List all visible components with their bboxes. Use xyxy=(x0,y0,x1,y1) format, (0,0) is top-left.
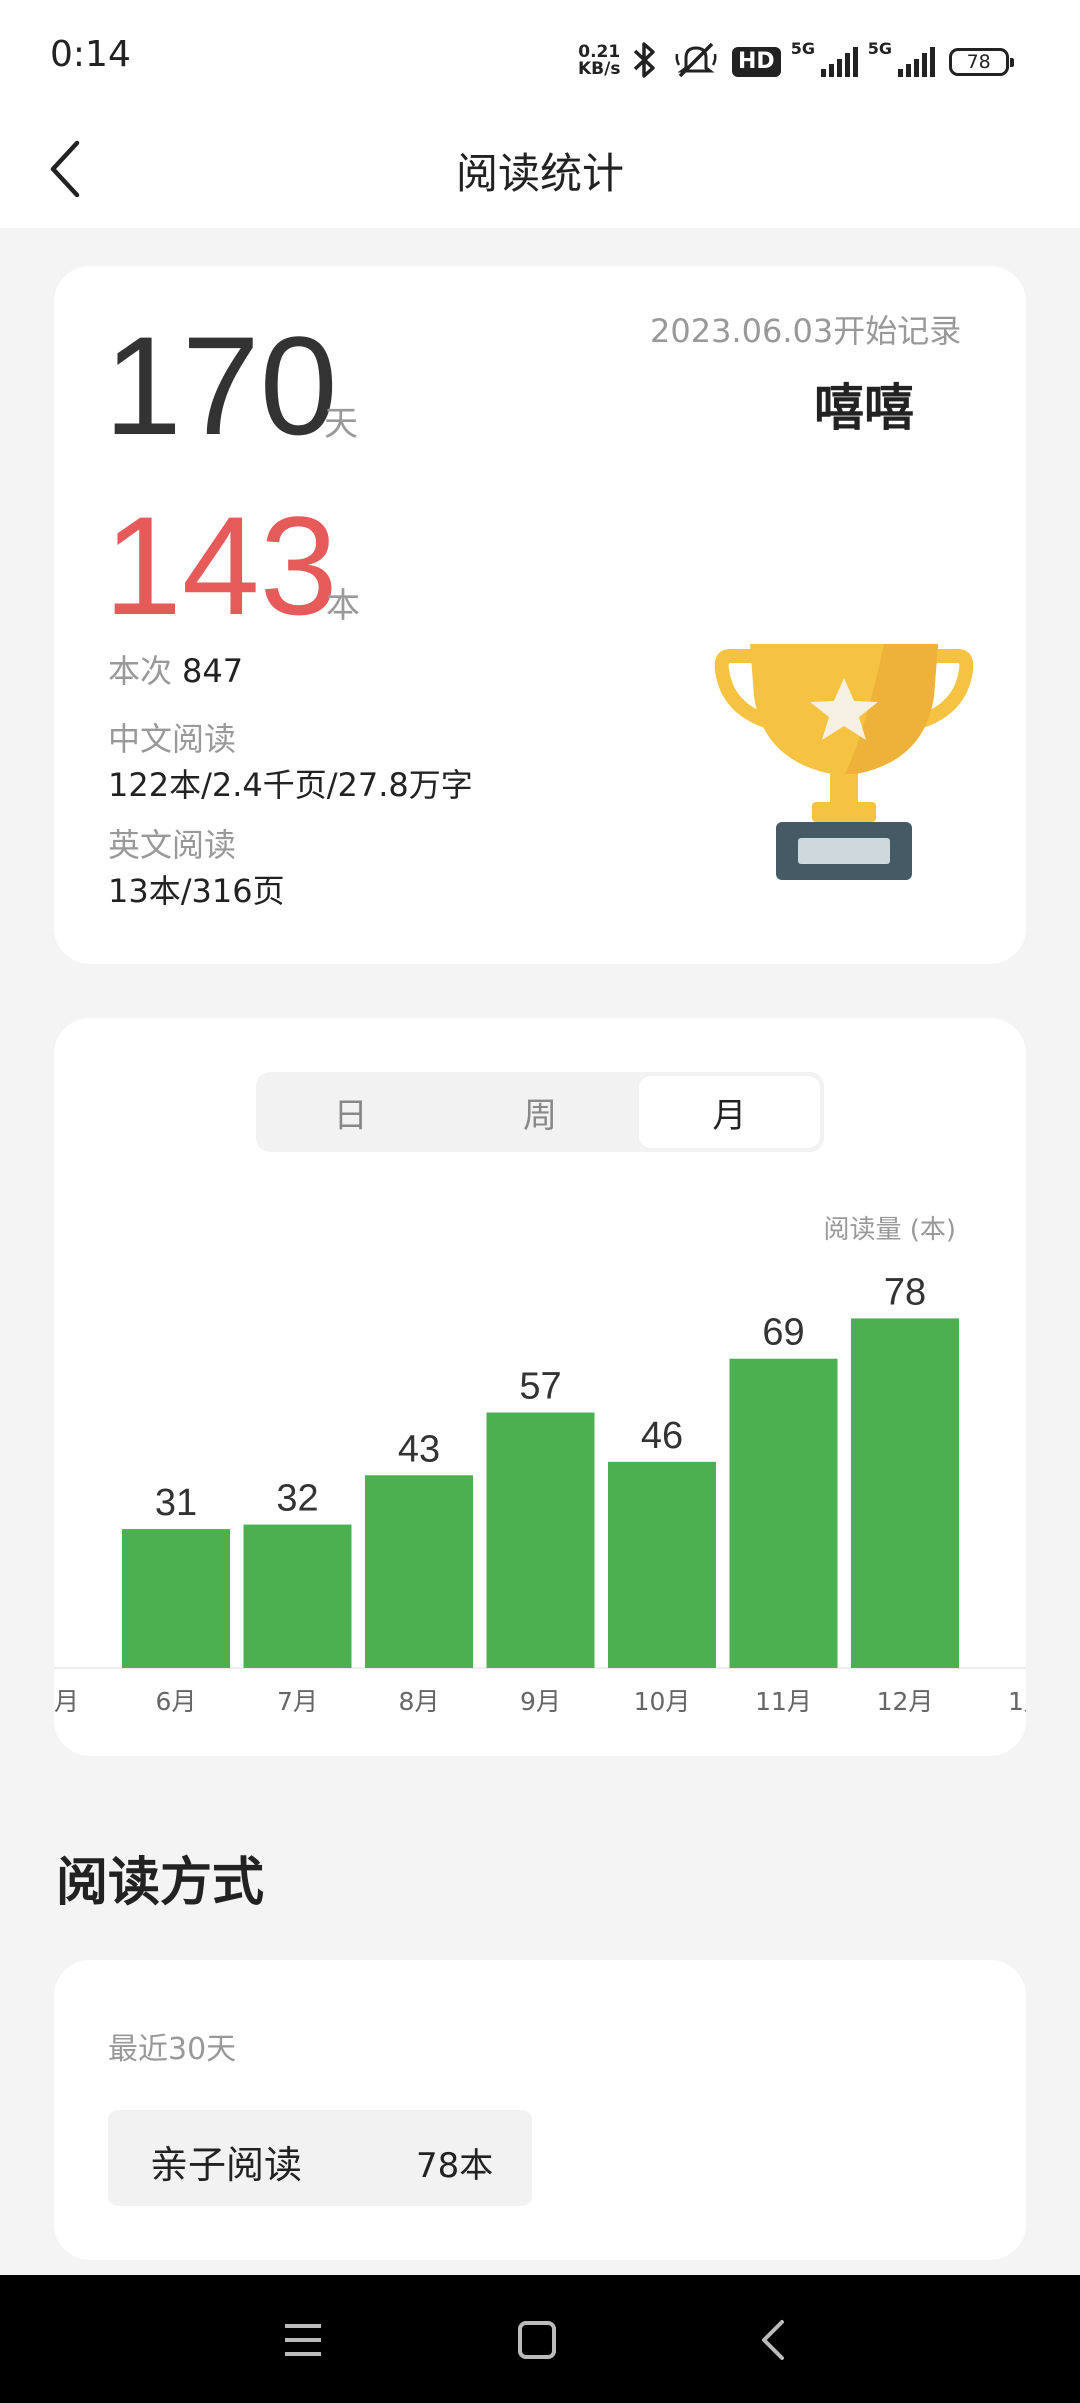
data-label-8月: 43 xyxy=(398,1428,440,1470)
x-tick-11月: 11月 xyxy=(755,1687,812,1716)
sim1-label: 5G xyxy=(790,39,815,58)
x-tick-partial-right: 1月 xyxy=(1008,1687,1026,1716)
books-count-value: 143 xyxy=(104,487,338,644)
data-label-6月: 31 xyxy=(155,1482,197,1524)
data-label-11月: 69 xyxy=(762,1312,804,1354)
tab-month[interactable]: 月 xyxy=(638,1076,820,1148)
data-label-7月: 32 xyxy=(276,1478,318,1520)
sim2-label: 5G xyxy=(867,39,892,58)
bluetooth-icon xyxy=(630,40,660,84)
bar-9月 xyxy=(486,1412,595,1668)
reading-method-item[interactable]: 亲子阅读 78本 xyxy=(108,2110,532,2206)
summary-card: 170 天 143 本 本次 847 中文阅读 122本/2.4千页/27.8万字… xyxy=(54,266,1026,964)
user-name: 嘻嘻 xyxy=(814,379,914,437)
x-tick-7月: 7月 xyxy=(277,1687,318,1716)
app-header: 阅读统计 xyxy=(0,110,1080,228)
bar-8月 xyxy=(365,1475,473,1668)
chart-card: 日 周 月 阅读量 (本) 31 6月 32 7月 43 8月 57 9月 46 10月 69 11月 7… xyxy=(54,1018,1026,1756)
reading-method-card: 最近30天 亲子阅读 78本 xyxy=(54,1960,1026,2260)
times-value: 847 xyxy=(182,652,244,690)
x-tick-8月: 8月 xyxy=(399,1687,440,1716)
home-square-icon xyxy=(518,2321,556,2359)
reading-days-value: 170 xyxy=(104,307,338,464)
chinese-reading-label: 中文阅读 xyxy=(108,720,237,758)
mute-bell-icon xyxy=(674,40,718,84)
bar-11月 xyxy=(729,1358,838,1668)
page-title: 阅读统计 xyxy=(455,149,624,198)
back-triangle-icon xyxy=(762,2320,784,2360)
bar-6月 xyxy=(122,1529,230,1668)
english-reading-label: 英文阅读 xyxy=(108,826,237,864)
tab-week[interactable]: 周 xyxy=(449,1076,630,1148)
menu-button[interactable] xyxy=(268,2305,338,2375)
reading-method-count: 78本 xyxy=(416,2146,494,2186)
reading-method-heading: 阅读方式 xyxy=(56,1853,265,1913)
bar-10月 xyxy=(608,1461,716,1668)
tab-day[interactable]: 日 xyxy=(260,1076,441,1148)
times-row: 本次 847 xyxy=(108,646,243,692)
x-tick-12月: 12月 xyxy=(877,1687,934,1716)
english-reading-value: 13本/316页 xyxy=(108,872,285,910)
network-speed: 0.21 KB/s xyxy=(578,44,620,78)
monthly-reading-chart: 阅读量 (本) 31 6月 32 7月 43 8月 57 9月 46 10月 69 11月 78 12月 月 1… xyxy=(54,1215,1026,1716)
battery-icon: 78 xyxy=(948,48,1014,76)
menu-icon xyxy=(285,2324,321,2356)
status-bar: 0:14 0.21 KB/s HD 5G 5G 78 xyxy=(0,0,1080,110)
home-button[interactable] xyxy=(502,2305,572,2375)
reading-method-name: 亲子阅读 xyxy=(150,2143,303,2187)
y-axis-label: 阅读量 (本) xyxy=(823,1215,956,1245)
times-label: 本次 xyxy=(108,652,173,690)
x-tick-partial-left: 月 xyxy=(54,1687,79,1716)
x-tick-6月: 6月 xyxy=(156,1687,197,1716)
reading-method-period: 最近30天 xyxy=(108,2032,237,2067)
period-tabs: 日 周 月 xyxy=(256,1072,824,1152)
bar-12月 xyxy=(851,1318,959,1668)
signal-icon-sim1: 5G xyxy=(791,39,858,77)
hd-badge: HD xyxy=(732,47,781,77)
data-label-9月: 57 xyxy=(519,1366,561,1408)
books-count-unit: 本 xyxy=(326,586,360,626)
x-tick-10月: 10月 xyxy=(634,1687,691,1716)
record-start-date: 2023.06.03开始记录 xyxy=(650,312,962,350)
data-label-12月: 78 xyxy=(884,1271,926,1313)
navigation-bar xyxy=(0,2275,1080,2403)
x-tick-9月: 9月 xyxy=(520,1687,561,1716)
chinese-reading-value: 122本/2.4千页/27.8万字 xyxy=(108,766,473,804)
status-icons: HD 5G 5G 78 xyxy=(630,38,1014,86)
data-label-10月: 46 xyxy=(641,1415,683,1457)
network-speed-unit: KB/s xyxy=(578,59,621,79)
bar-7月 xyxy=(243,1524,352,1668)
signal-icon-sim2: 5G xyxy=(868,39,935,77)
reading-days-unit: 天 xyxy=(324,404,358,444)
status-time: 0:14 xyxy=(50,34,131,75)
trophy-icon xyxy=(714,616,974,886)
nav-back-button[interactable] xyxy=(738,2305,808,2375)
